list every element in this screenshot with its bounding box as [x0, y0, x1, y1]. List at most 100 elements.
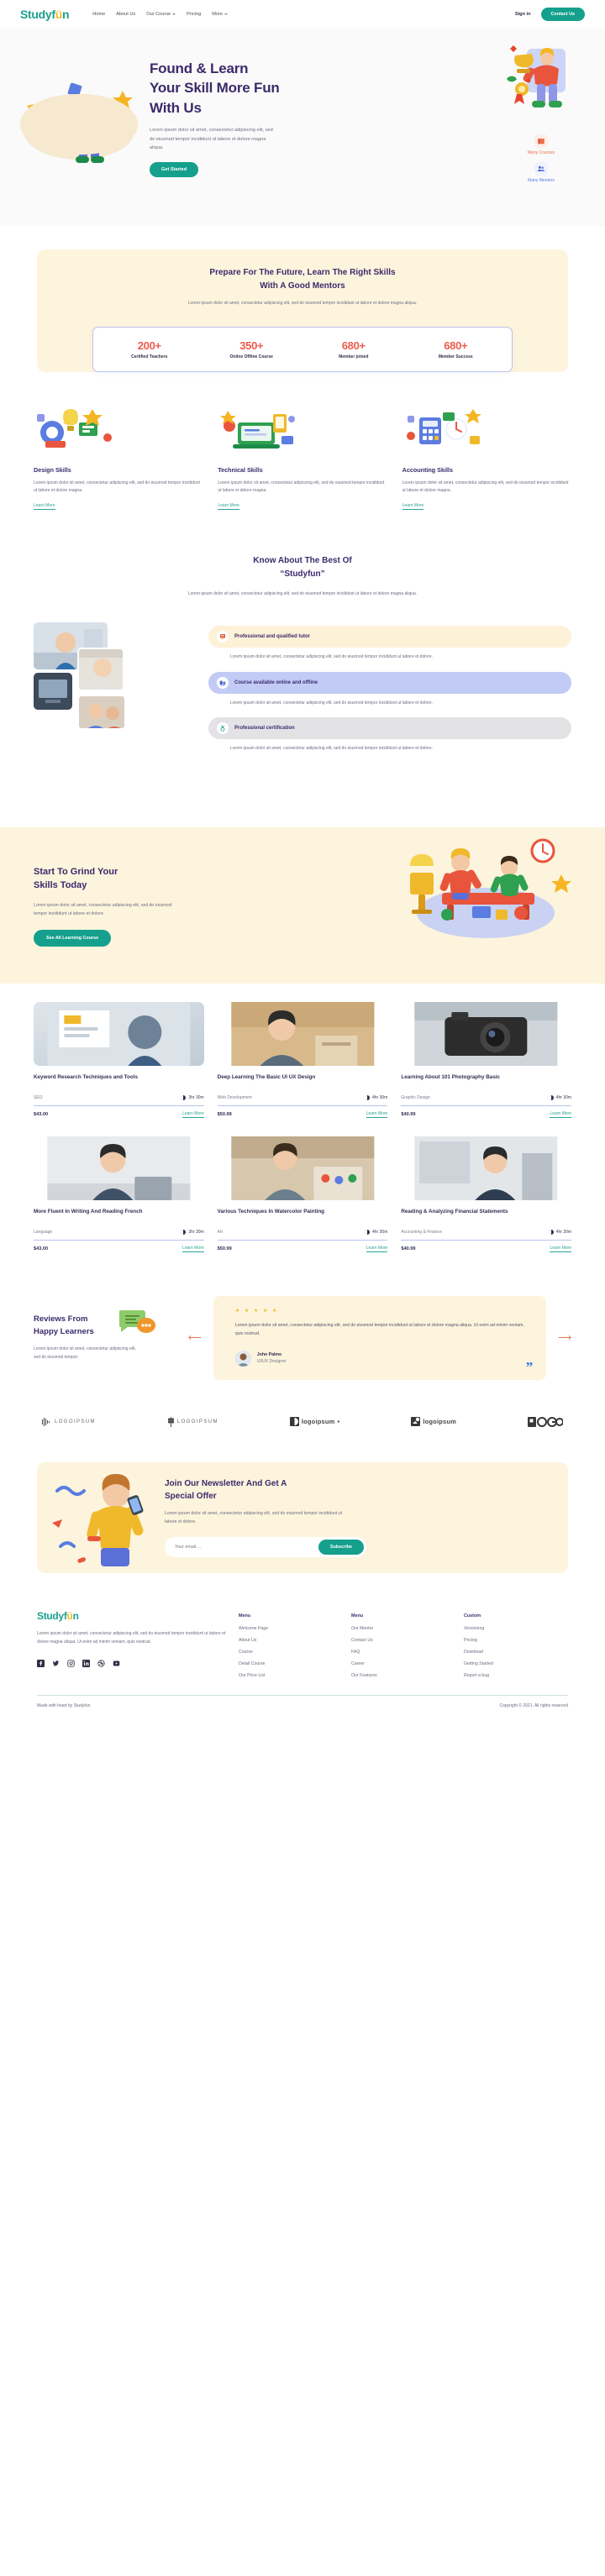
nav-item-more[interactable]: More [212, 12, 229, 17]
footer-link[interactable]: Versioning [464, 1626, 568, 1631]
footer-logo-accent: ü [66, 1609, 73, 1622]
footer-link[interactable]: Report a bug [464, 1673, 568, 1678]
course-learn-more-link[interactable]: Learn More [550, 1111, 572, 1118]
course-card[interactable]: Learning About 101 Photography Basic Gra… [401, 1002, 572, 1118]
feature-title: Course available online and offline [234, 679, 318, 685]
stat-number: 200+ [137, 338, 161, 352]
skill-card-design: Design Skills Lorem ipsum dolor sit amet… [34, 404, 203, 512]
stat-item: 350+ Online Offline Course [201, 339, 303, 359]
prepare-paragraph: Lorem ipsum dolor sit amet, consectetur … [187, 301, 418, 306]
grind-heading-line-2: Skills Today [34, 880, 87, 891]
course-thumbnail[interactable] [218, 1136, 388, 1200]
footer-link[interactable]: Getting Started [464, 1661, 568, 1666]
email-input[interactable] [175, 1545, 318, 1550]
courses-section: Keyword Research Techniques and Tools SE… [0, 984, 605, 1279]
youtube-icon[interactable] [113, 1656, 120, 1666]
nav-item-about-us[interactable]: About Us [116, 12, 135, 17]
course-learn-more-link[interactable]: Learn More [182, 1246, 204, 1252]
nav-label: Pricing [187, 12, 202, 17]
hero-title: Found & Learn Your Skill More Fun With U… [150, 59, 497, 118]
course-card[interactable]: Various Techniques In Watercolor Paintin… [217, 1136, 388, 1252]
course-price: $40.99 [401, 1112, 416, 1117]
get-started-button[interactable]: Get Started [150, 162, 199, 178]
footer-link[interactable]: Our Features [351, 1673, 455, 1678]
footer-link[interactable]: Download [464, 1650, 568, 1655]
course-card[interactable]: More Fluent In Writing And Reading Frenc… [34, 1136, 204, 1252]
grind-copy: Start To Grind Your Skills Today Lorem i… [34, 866, 395, 947]
subscribe-button[interactable]: Subscribe [318, 1540, 364, 1556]
feature-header[interactable]: Professional and qualified tutor [208, 625, 571, 648]
site-logo[interactable]: Studyfün [20, 8, 70, 21]
clock-icon [548, 1095, 554, 1100]
course-card[interactable]: Keyword Research Techniques and Tools SE… [34, 1002, 204, 1118]
hero-badge-courses-label: Many Courses [527, 150, 555, 155]
feature-header[interactable]: Professional certification [208, 717, 571, 740]
course-thumbnail[interactable] [34, 1002, 204, 1066]
footer-link[interactable]: About Us [239, 1638, 343, 1643]
footer-link[interactable]: Pricing [464, 1638, 568, 1643]
facebook-icon[interactable] [37, 1656, 45, 1667]
sign-in-link[interactable]: Sign in [515, 12, 531, 17]
feature-header[interactable]: Course available online and offline [208, 671, 571, 694]
prepare-heading: Prepare For The Future, Learn The Right … [62, 266, 543, 292]
newsletter-heading-line-2: Special Offer [165, 1492, 217, 1502]
course-learn-more-link[interactable]: Learn More [182, 1111, 204, 1118]
course-thumbnail[interactable] [401, 1136, 571, 1200]
design-skills-illustration [34, 404, 203, 454]
partner-logo-label: logoipsum [301, 1418, 335, 1426]
course-learn-more-link[interactable]: Learn More [366, 1111, 388, 1118]
course-card[interactable]: Reading & Analyzing Financial Statements… [401, 1136, 572, 1252]
chevron-down-icon [224, 13, 229, 15]
nav-item-our-course[interactable]: Our Course [146, 12, 176, 17]
partner-logo-2: LOGOIPSUM [167, 1416, 218, 1427]
footer-logo[interactable]: Studyfün [37, 1610, 230, 1622]
contact-us-button[interactable]: Contact Us [540, 8, 585, 21]
twitter-icon[interactable] [52, 1656, 60, 1666]
skill-learn-more-link[interactable]: Learn More [34, 503, 55, 510]
know-about-section: Know About The Best Of “Studyfun” Lorem … [0, 539, 605, 607]
footer-link[interactable]: FAQ [351, 1650, 455, 1655]
course-learn-more-link[interactable]: Learn More [366, 1246, 388, 1252]
book-icon [534, 134, 548, 148]
instagram-icon[interactable] [67, 1656, 75, 1667]
course-row-2: More Fluent In Writing And Reading Frenc… [34, 1136, 572, 1252]
nav-item-pricing[interactable]: Pricing [187, 12, 201, 17]
course-learn-more-link[interactable]: Learn More [550, 1246, 572, 1252]
footer-link[interactable]: Career [351, 1661, 455, 1666]
course-category: Web Development [217, 1095, 252, 1100]
review-author-role: UI/UX Designer [256, 1359, 287, 1365]
footer-link[interactable]: Detail Course [239, 1661, 343, 1666]
footer-link[interactable]: Contact Us [351, 1638, 455, 1643]
social-links [37, 1656, 230, 1667]
review-author-info: John Palmo UI/UX Designer [257, 1352, 287, 1364]
feature-paragraph: Lorem ipsum dolor sit amet, consectetur … [230, 653, 433, 659]
course-thumbnail[interactable] [401, 1002, 571, 1066]
course-card[interactable]: Deep Learning The Basic UI UX Design Web… [217, 1002, 388, 1118]
footer-link[interactable]: Course [239, 1650, 343, 1655]
copyright-text: Copyright © 2021. All rights reserved [499, 1702, 568, 1708]
footer-link[interactable]: Our Price List [239, 1673, 343, 1678]
see-all-courses-button[interactable]: See All Learning Course [34, 929, 112, 947]
course-thumbnail[interactable] [218, 1002, 388, 1066]
skill-card-technical: Technical Skills Lorem ipsum dolor sit a… [218, 404, 387, 512]
course-category: Graphic Design [401, 1095, 430, 1100]
skill-learn-more-link[interactable]: Learn More [218, 503, 239, 510]
nav-item-home[interactable]: Home [92, 12, 105, 17]
quote-mark-icon: ” [525, 1358, 534, 1375]
reviews-next-button[interactable]: ⟶ [558, 1332, 571, 1343]
reviews-prev-button[interactable]: ⟵ [188, 1332, 202, 1343]
skill-title: Technical Skills [218, 465, 263, 474]
dribbble-icon[interactable] [97, 1656, 105, 1667]
footer-link[interactable]: Welcome Page [239, 1626, 343, 1631]
course-thumbnail[interactable] [34, 1136, 204, 1200]
stat-number: 680+ [341, 338, 366, 352]
partner-logos: LOGOIPSUM LOGOIPSUM logoipsum • logoipsum [0, 1399, 605, 1449]
hero-title-line-2: Your Skill More Fun [150, 80, 280, 97]
course-title: Reading & Analyzing Financial Statements [401, 1209, 508, 1215]
skill-learn-more-link[interactable]: Learn More [402, 503, 424, 510]
linkedin-icon[interactable] [82, 1656, 90, 1667]
clock-icon [181, 1230, 187, 1235]
hero-badge-mentors-label: Many Mentors [528, 178, 555, 183]
devices-icon [217, 676, 229, 689]
footer-link[interactable]: Our Mentor [351, 1626, 455, 1631]
